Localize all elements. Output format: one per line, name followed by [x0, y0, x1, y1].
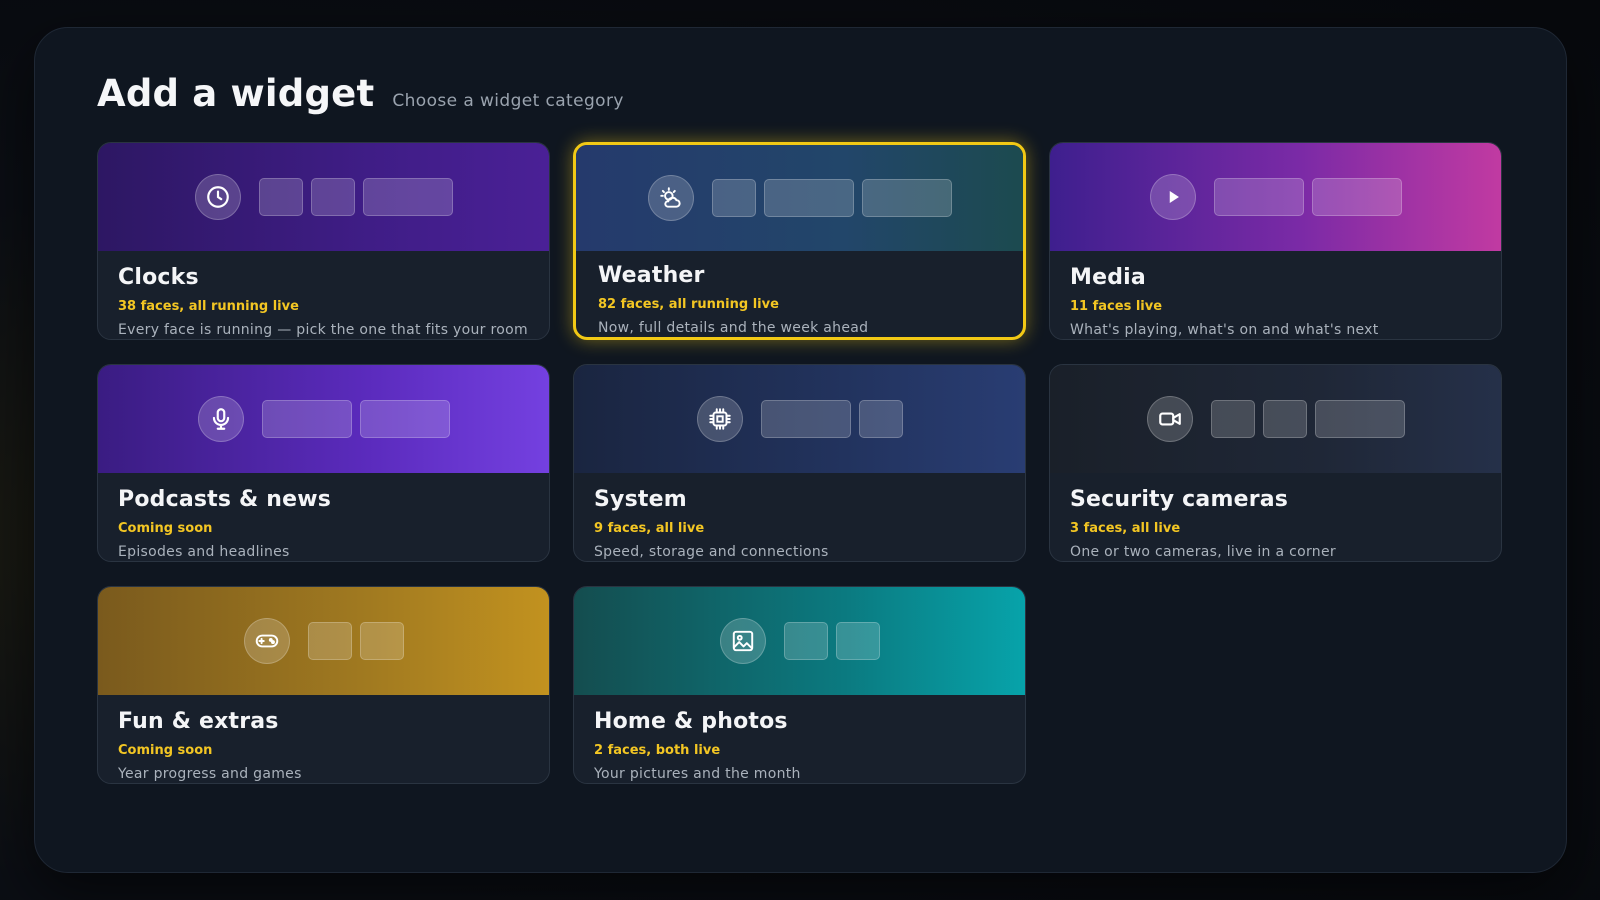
card-status: 9 faces, all live [594, 521, 705, 536]
category-card-podcasts-news[interactable]: Podcasts & news Coming soon Episodes and… [97, 364, 550, 562]
card-description: What's playing, what's on and what's nex… [1070, 322, 1379, 338]
card-banner [1050, 143, 1501, 251]
cpu-chip-icon [696, 396, 743, 442]
preview-chip [258, 178, 303, 216]
category-card-weather[interactable]: Weather 82 faces, all running live Now, … [573, 142, 1026, 340]
category-card-media[interactable]: Media 11 faces live What's playing, what… [1049, 142, 1502, 340]
card-title: Media [1070, 265, 1146, 290]
dialog-header: Add a widget Choose a widget category [97, 72, 624, 115]
card-description: Now, full details and the week ahead [598, 320, 869, 336]
card-title: Fun & extras [118, 709, 279, 734]
preview-chip [1210, 400, 1255, 438]
preview-chip [261, 400, 352, 438]
card-banner [98, 365, 549, 473]
card-title: Clocks [118, 265, 199, 290]
card-status: 82 faces, all running live [598, 297, 779, 312]
category-card-system[interactable]: System 9 faces, all live Speed, storage … [573, 364, 1026, 562]
card-description: Year progress and games [118, 766, 302, 782]
card-banner [574, 365, 1025, 473]
category-card-home-photos[interactable]: Home & photos 2 faces, both live Your pi… [573, 586, 1026, 784]
card-title: Weather [598, 263, 705, 288]
card-description: Episodes and headlines [118, 544, 290, 560]
preview-chip [783, 622, 828, 660]
preview-chip [1314, 400, 1405, 438]
preview-chip [861, 179, 952, 217]
card-status: Coming soon [118, 521, 213, 536]
preview-chip [760, 400, 851, 438]
gamepad-icon [243, 618, 290, 664]
preview-chip [359, 400, 450, 438]
preview-chip [362, 178, 453, 216]
page-subtitle: Choose a widget category [392, 91, 624, 111]
page-title: Add a widget [97, 72, 375, 115]
card-status: 38 faces, all running live [118, 299, 299, 314]
preview-chip [359, 622, 404, 660]
preview-chip [1311, 178, 1402, 216]
play-icon [1149, 174, 1196, 220]
preview-chip [763, 179, 854, 217]
category-grid: Clocks 38 faces, all running live Every … [97, 142, 1502, 784]
card-description: Your pictures and the month [594, 766, 801, 782]
preview-chip [858, 400, 903, 438]
card-title: Security cameras [1070, 487, 1289, 512]
preview-chip [711, 179, 756, 217]
card-banner [1050, 365, 1501, 473]
category-card-clocks[interactable]: Clocks 38 faces, all running live Every … [97, 142, 550, 340]
card-status: 3 faces, all live [1070, 521, 1181, 536]
clock-icon [194, 174, 241, 220]
card-description: Speed, storage and connections [594, 544, 829, 560]
card-status: Coming soon [118, 743, 213, 758]
card-status: 11 faces live [1070, 299, 1163, 314]
video-camera-icon [1146, 396, 1193, 442]
card-title: Podcasts & news [118, 487, 332, 512]
category-card-fun-extras[interactable]: Fun & extras Coming soon Year progress a… [97, 586, 550, 784]
card-description: Every face is running — pick the one tha… [118, 322, 528, 338]
card-banner [576, 145, 1023, 251]
card-banner [98, 587, 549, 695]
sun-cloud-icon [647, 175, 694, 221]
card-banner [98, 143, 549, 251]
microphone-icon [197, 396, 244, 442]
preview-chip [310, 178, 355, 216]
preview-chip [835, 622, 880, 660]
card-description: One or two cameras, live in a corner [1070, 544, 1336, 560]
card-status: 2 faces, both live [594, 743, 721, 758]
preview-chip [1262, 400, 1307, 438]
card-title: System [594, 487, 687, 512]
preview-chip [307, 622, 352, 660]
image-icon [719, 618, 766, 664]
card-banner [574, 587, 1025, 695]
card-title: Home & photos [594, 709, 788, 734]
preview-chip [1213, 178, 1304, 216]
add-widget-dialog: Add a widget Choose a widget category Cl… [34, 27, 1567, 873]
category-card-security-cameras[interactable]: Security cameras 3 faces, all live One o… [1049, 364, 1502, 562]
